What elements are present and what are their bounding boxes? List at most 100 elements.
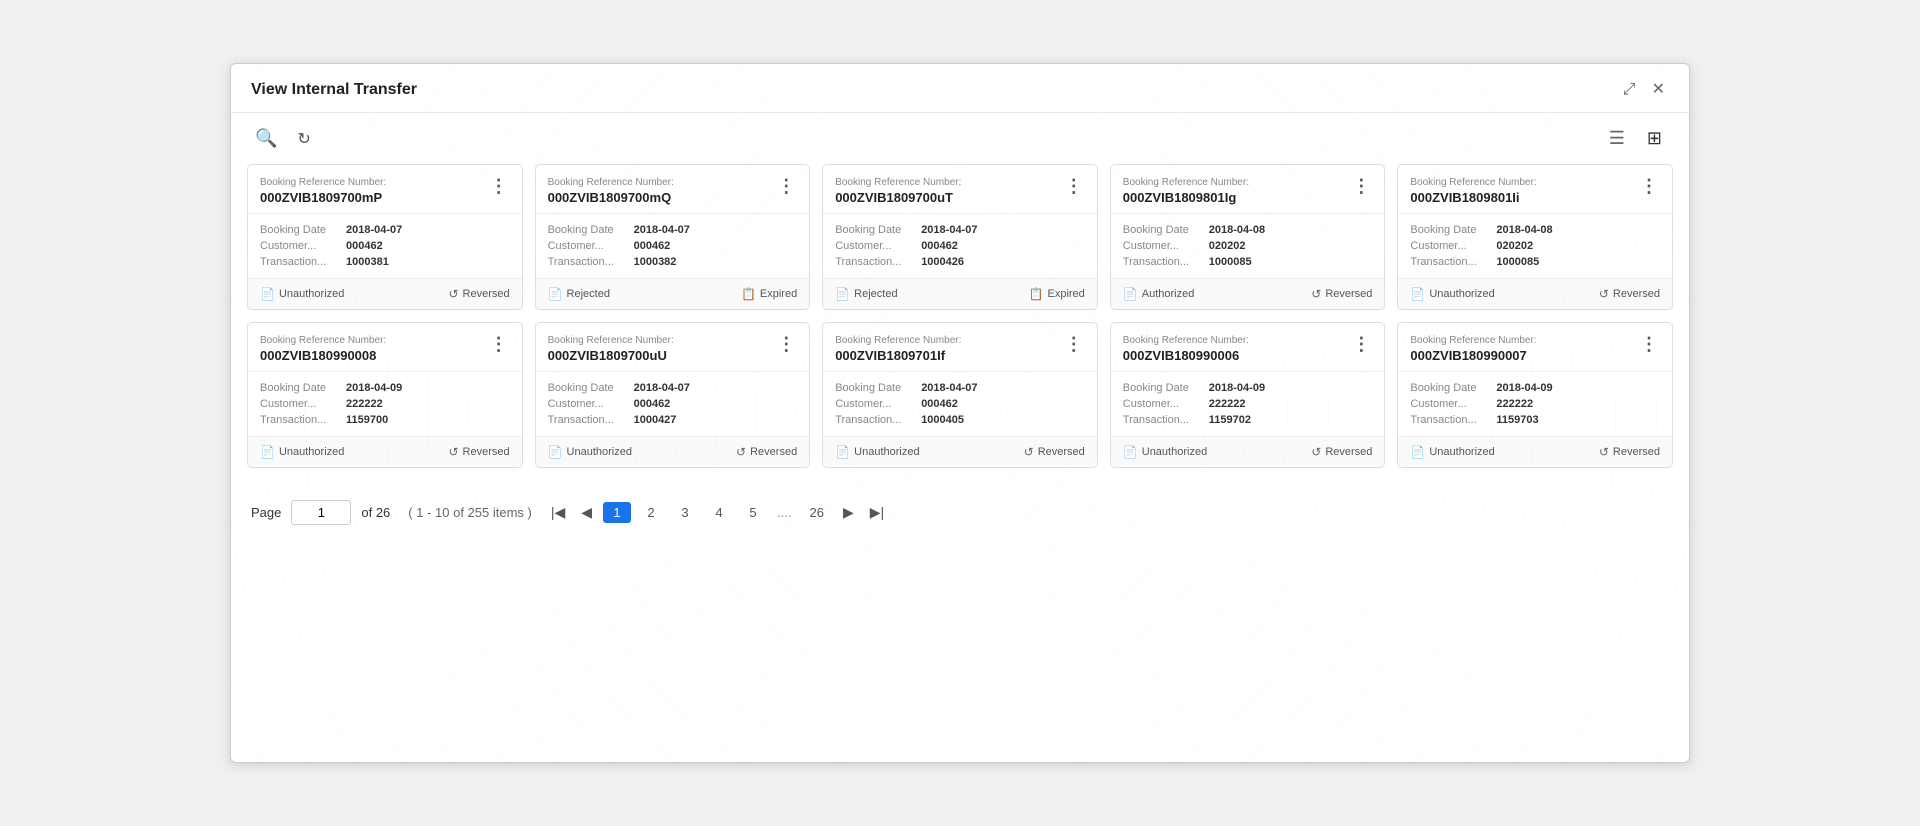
status2-icon: ↺	[448, 287, 458, 301]
customer-label: Customer...	[1123, 398, 1203, 410]
first-page-button[interactable]: |◀	[546, 501, 570, 524]
booking-date-value: 2018-04-07	[921, 382, 977, 394]
ref-label: Booking Reference Number:	[1123, 177, 1249, 188]
page-1-button[interactable]: 1	[603, 502, 631, 523]
booking-date-field: Booking Date 2018-04-09	[260, 382, 510, 394]
card-header: Booking Reference Number: 000ZVIB1809801…	[1111, 165, 1385, 214]
page-ellipsis: ....	[773, 505, 795, 520]
booking-date-label: Booking Date	[835, 224, 915, 236]
transaction-field: Transaction... 1000427	[548, 414, 798, 426]
transaction-field: Transaction... 1000085	[1123, 256, 1373, 268]
transaction-field: Transaction... 1000381	[260, 256, 510, 268]
transaction-field: Transaction... 1000085	[1410, 256, 1660, 268]
page-5-button[interactable]: 5	[739, 502, 767, 523]
card-menu-button[interactable]: ⋮	[1063, 335, 1085, 353]
transaction-value: 1000085	[1209, 256, 1252, 268]
list-view-button[interactable]: ☰	[1602, 123, 1632, 154]
status2-label: Reversed	[1613, 446, 1660, 458]
customer-value: 000462	[346, 240, 383, 252]
page-26-button[interactable]: 26	[802, 502, 832, 523]
close-button[interactable]: ✕	[1648, 80, 1669, 100]
card-footer: 📄 Unauthorized ↺ Reversed	[536, 436, 810, 467]
card-menu-button[interactable]: ⋮	[488, 177, 510, 195]
transaction-field: Transaction... 1159702	[1123, 414, 1373, 426]
title-bar: View Internal Transfer ⤢ ✕	[231, 64, 1689, 113]
status1-badge: 📄 Rejected	[548, 287, 610, 301]
status1-icon: 📄	[548, 287, 563, 301]
last-page-button[interactable]: ▶|	[865, 501, 889, 524]
refresh-icon: ↻	[297, 131, 310, 148]
ref-label: Booking Reference Number:	[1123, 335, 1249, 346]
page-of: of 26	[361, 505, 390, 520]
booking-date-value: 2018-04-08	[1209, 224, 1265, 236]
card-menu-button[interactable]: ⋮	[488, 335, 510, 353]
search-button[interactable]: 🔍	[251, 124, 281, 153]
transaction-label: Transaction...	[260, 256, 340, 268]
card-menu-button[interactable]: ⋮	[775, 177, 797, 195]
customer-label: Customer...	[548, 240, 628, 252]
ref-value: 000ZVIB1809700uT	[835, 190, 961, 205]
card-footer: 📄 Rejected 📋 Expired	[536, 278, 810, 309]
status2-icon: ↺	[736, 445, 746, 459]
card-4: Booking Reference Number: 000ZVIB1809801…	[1110, 164, 1386, 310]
search-icon: 🔍	[255, 128, 277, 148]
refresh-button[interactable]: ↻	[293, 124, 314, 153]
card-menu-button[interactable]: ⋮	[775, 335, 797, 353]
card-9: Booking Reference Number: 000ZVIB1809900…	[1110, 322, 1386, 468]
status1-badge: 📄 Unauthorized	[548, 445, 632, 459]
status1-label: Rejected	[854, 288, 897, 300]
page-4-button[interactable]: 4	[705, 502, 733, 523]
booking-date-label: Booking Date	[1123, 224, 1203, 236]
customer-field: Customer... 222222	[260, 398, 510, 410]
customer-value: 020202	[1209, 240, 1246, 252]
card-menu-button[interactable]: ⋮	[1638, 335, 1660, 353]
status1-label: Unauthorized	[279, 288, 344, 300]
status2-icon: ↺	[1024, 445, 1034, 459]
ref-value: 000ZVIB1809700mP	[260, 190, 386, 205]
prev-page-button[interactable]: ◀	[576, 501, 597, 524]
card-header: Booking Reference Number: 000ZVIB1809801…	[1398, 165, 1672, 214]
status1-badge: 📄 Unauthorized	[835, 445, 919, 459]
card-header: Booking Reference Number: 000ZVIB1809700…	[536, 165, 810, 214]
booking-date-value: 2018-04-08	[1496, 224, 1552, 236]
page-2-button[interactable]: 2	[637, 502, 665, 523]
status2-label: Reversed	[750, 446, 797, 458]
status1-label: Unauthorized	[854, 446, 919, 458]
card-menu-button[interactable]: ⋮	[1063, 177, 1085, 195]
status1-icon: 📄	[835, 287, 850, 301]
booking-date-value: 2018-04-09	[346, 382, 402, 394]
transaction-label: Transaction...	[260, 414, 340, 426]
grid-view-button[interactable]: ⊞	[1640, 123, 1669, 154]
next-page-button[interactable]: ▶	[838, 501, 859, 524]
customer-value: 000462	[921, 240, 958, 252]
ref-label: Booking Reference Number:	[1410, 177, 1536, 188]
card-menu-button[interactable]: ⋮	[1638, 177, 1660, 195]
booking-date-value: 2018-04-07	[634, 224, 690, 236]
customer-field: Customer... 000462	[835, 240, 1085, 252]
card-7: Booking Reference Number: 000ZVIB1809700…	[535, 322, 811, 468]
transaction-label: Transaction...	[1410, 256, 1490, 268]
card-menu-button[interactable]: ⋮	[1350, 177, 1372, 195]
booking-date-label: Booking Date	[835, 382, 915, 394]
grid-view-icon: ⊞	[1647, 128, 1662, 148]
card-header: Booking Reference Number: 000ZVIB1809700…	[248, 165, 522, 214]
ref-value: 000ZVIB1809701If	[835, 348, 961, 363]
status1-label: Unauthorized	[567, 446, 632, 458]
page-input[interactable]	[291, 500, 351, 525]
customer-value: 000462	[921, 398, 958, 410]
status2-icon: 📋	[741, 287, 756, 301]
booking-date-field: Booking Date 2018-04-08	[1123, 224, 1373, 236]
status2-badge: ↺ Reversed	[1024, 445, 1085, 459]
card-menu-button[interactable]: ⋮	[1350, 335, 1372, 353]
ref-label: Booking Reference Number:	[260, 335, 386, 346]
status2-badge: ↺ Reversed	[448, 445, 509, 459]
page-3-button[interactable]: 3	[671, 502, 699, 523]
toolbar: 🔍 ↻ ☰ ⊞	[231, 113, 1689, 164]
card-6: Booking Reference Number: 000ZVIB1809900…	[247, 322, 523, 468]
status2-badge: ↺ Reversed	[1311, 287, 1372, 301]
maximize-button[interactable]: ⤢	[1619, 80, 1640, 100]
booking-date-field: Booking Date 2018-04-09	[1123, 382, 1373, 394]
transaction-label: Transaction...	[1410, 414, 1490, 426]
transaction-value: 1000085	[1496, 256, 1539, 268]
status2-icon: ↺	[1311, 445, 1321, 459]
